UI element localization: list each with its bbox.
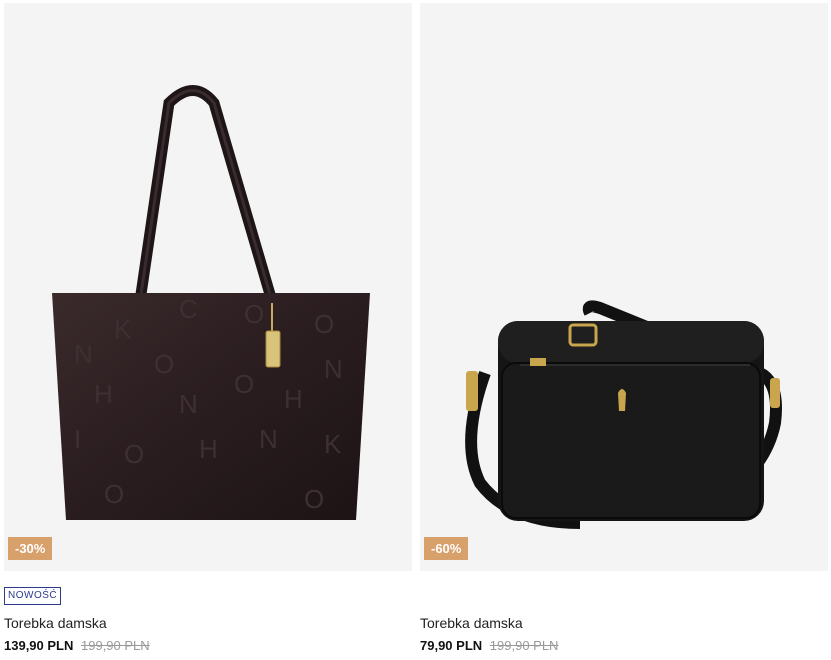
svg-text:C: C <box>179 294 198 324</box>
tote-bag-image: K C O O N O O N H N H I O H N K O O <box>52 85 370 520</box>
svg-text:N: N <box>324 354 343 384</box>
price-row: 79,90 PLN 199,90 PLN <box>420 638 828 653</box>
current-price: 79,90 PLN <box>420 638 483 653</box>
svg-text:I: I <box>74 424 81 454</box>
svg-text:O: O <box>124 439 144 469</box>
svg-text:N: N <box>179 389 198 419</box>
svg-text:O: O <box>234 369 254 399</box>
badge-row <box>420 585 828 607</box>
discount-badge: -60% <box>424 537 469 560</box>
svg-text:O: O <box>244 299 264 329</box>
old-price: 199,90 PLN <box>489 638 559 653</box>
product-image[interactable]: K C O O N O O N H N H I O H N K O O -30% <box>4 3 412 571</box>
svg-text:H: H <box>284 384 303 414</box>
new-badge: NOWOŚĆ <box>4 587 62 605</box>
badge-row: NOWOŚĆ <box>4 585 412 607</box>
product-card[interactable]: -60% Torebka damska 79,90 PLN 199,90 PLN <box>420 3 828 653</box>
product-title[interactable]: Torebka damska <box>420 615 828 631</box>
svg-text:H: H <box>94 379 113 409</box>
svg-text:N: N <box>74 339 93 369</box>
crossbody-bag-image <box>465 300 782 529</box>
current-price: 139,90 PLN <box>4 638 74 653</box>
svg-text:K: K <box>324 429 342 459</box>
svg-text:O: O <box>104 479 124 509</box>
discount-badge: -30% <box>8 537 53 560</box>
svg-text:O: O <box>304 484 324 514</box>
svg-text:H: H <box>199 434 218 464</box>
product-image[interactable]: -60% <box>420 3 828 571</box>
svg-text:K: K <box>114 314 132 344</box>
price-row: 139,90 PLN 199,90 PLN <box>4 638 412 653</box>
old-price: 199,90 PLN <box>81 638 150 653</box>
product-card[interactable]: K C O O N O O N H N H I O H N K O O -30%… <box>4 3 412 653</box>
svg-text:N: N <box>259 424 278 454</box>
svg-text:O: O <box>154 349 174 379</box>
svg-text:O: O <box>314 309 334 339</box>
product-title[interactable]: Torebka damska <box>4 615 412 631</box>
